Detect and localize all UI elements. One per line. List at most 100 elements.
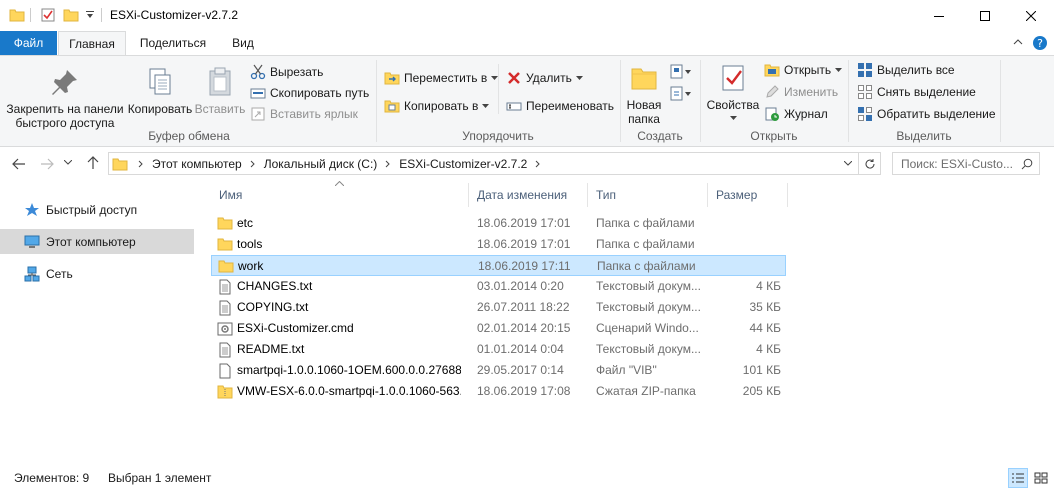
pin-button[interactable]: Закрепить на панели быстрого доступа xyxy=(4,66,126,130)
history-button[interactable]: Журнал xyxy=(764,104,828,124)
edit-button[interactable]: Изменить xyxy=(764,82,838,102)
paste-button[interactable]: Вставить xyxy=(192,66,248,116)
details-view-button[interactable] xyxy=(1008,468,1028,488)
ribbon-separator xyxy=(1000,60,1001,142)
tab-home[interactable]: Главная xyxy=(58,31,126,56)
maximize-button[interactable] xyxy=(962,0,1008,31)
address-history-button[interactable] xyxy=(844,161,852,166)
forward-button[interactable] xyxy=(40,157,54,171)
minimize-button[interactable] xyxy=(916,0,962,31)
ribbon-separator xyxy=(700,60,701,142)
file-row[interactable]: work 18.06.2019 17:11 Папка с файлами xyxy=(211,255,786,276)
breadcrumb-current-folder[interactable]: ESXi-Customizer-v2.7.2 xyxy=(399,157,527,171)
breadcrumb-this-pc[interactable]: Этот компьютер xyxy=(152,157,242,171)
properties-button[interactable]: Свойства xyxy=(704,62,762,120)
file-type: Папка с файлами xyxy=(596,216,695,230)
ribbon-separator xyxy=(620,60,621,142)
search-icon xyxy=(1021,158,1033,170)
easy-access-icon[interactable] xyxy=(670,86,692,102)
chevron-right-icon xyxy=(138,160,143,167)
collapse-ribbon-icon[interactable] xyxy=(1013,37,1023,47)
new-folder-icon[interactable] xyxy=(63,7,79,23)
large-icons-view-icon xyxy=(1034,472,1048,484)
folder-icon xyxy=(9,7,25,23)
copy-to-icon xyxy=(384,100,400,113)
paste-icon xyxy=(209,67,231,96)
file-type: Файл "VIB" xyxy=(596,363,657,377)
file-size: 101 КБ xyxy=(742,363,781,377)
column-header-date[interactable]: Дата изменения xyxy=(469,183,588,207)
rename-button[interactable]: Переименовать xyxy=(506,96,614,116)
arrow-right-icon xyxy=(41,158,54,170)
nav-item-network[interactable]: Сеть xyxy=(0,261,194,286)
nav-item-quick-access[interactable]: Быстрый доступ xyxy=(0,197,194,222)
pin-icon xyxy=(52,70,77,95)
copy-icon xyxy=(149,68,171,95)
cut-button[interactable]: Вырезать xyxy=(250,62,323,82)
new-item-icon[interactable] xyxy=(670,64,692,80)
select-all-button[interactable]: Выделить все xyxy=(857,60,955,80)
file-row[interactable]: smartpqi-1.0.0.1060-1OEM.600.0.0.27688..… xyxy=(211,360,786,381)
file-row[interactable]: tools 18.06.2019 17:01 Папка с файлами xyxy=(211,234,786,255)
text-icon xyxy=(217,279,233,295)
select-none-button[interactable]: Снять выделение xyxy=(857,82,976,102)
status-bar: Элементов: 9 Выбран 1 элемент xyxy=(0,465,1054,491)
file-type: Сжатая ZIP-папка xyxy=(596,384,696,398)
delete-button[interactable]: Удалить xyxy=(506,68,583,88)
file-name: VMW-ESX-6.0.0-smartpqi-1.0.0.1060-563... xyxy=(237,384,461,398)
delete-icon xyxy=(508,72,520,84)
paste-shortcut-button[interactable]: Вставить ярлык xyxy=(250,104,358,124)
file-row[interactable]: VMW-ESX-6.0.0-smartpqi-1.0.0.1060-563...… xyxy=(211,381,786,402)
invert-selection-button[interactable]: Обратить выделение xyxy=(857,104,996,124)
column-header-name[interactable]: Имя xyxy=(211,183,469,207)
file-list: Имя Дата изменения Тип Размер etc 18.06.2… xyxy=(197,179,1054,462)
tab-share[interactable]: Поделиться xyxy=(130,31,216,55)
help-icon[interactable]: ? xyxy=(1032,35,1048,51)
large-icons-view-button[interactable] xyxy=(1031,468,1051,488)
file-row[interactable]: CHANGES.txt 03.01.2014 0:20 Текстовый доку… xyxy=(211,276,786,297)
column-header-type[interactable]: Тип xyxy=(588,183,708,207)
file-row[interactable]: ESXi-Customizer.cmd 02.01.2014 20:15 Сцена… xyxy=(211,318,786,339)
properties-icon[interactable] xyxy=(40,7,56,23)
invert-selection-icon xyxy=(858,107,872,121)
file-row[interactable]: COPYING.txt 26.07.2011 18:22 Текстовый док… xyxy=(211,297,786,318)
open-button[interactable]: Открыть xyxy=(764,60,843,80)
arrow-left-icon xyxy=(12,158,25,170)
item-count: Элементов: 9 xyxy=(14,471,90,485)
recent-locations-button[interactable] xyxy=(64,160,72,165)
customize-toolbar-icon[interactable] xyxy=(85,10,95,20)
breadcrumb-local-disk[interactable]: Локальный диск (C:) xyxy=(264,157,378,171)
copy-to-button[interactable]: Копировать в xyxy=(384,96,490,116)
move-to-button[interactable]: Переместить в xyxy=(384,68,499,88)
close-button[interactable] xyxy=(1008,0,1054,31)
nav-item-this-pc[interactable]: Этот компьютер xyxy=(0,229,194,254)
rename-icon xyxy=(506,102,522,111)
tab-file[interactable]: Файл xyxy=(0,31,57,55)
address-bar[interactable]: Этот компьютер Локальный диск (C:) ESXi-… xyxy=(108,152,881,175)
select-all-icon xyxy=(858,63,872,77)
file-type: Текстовый докум... xyxy=(596,342,701,356)
new-folder-button[interactable]: Новая папка xyxy=(624,62,664,126)
scissors-icon xyxy=(250,64,266,80)
file-size xyxy=(711,213,781,234)
file-size: 4 КБ xyxy=(756,342,781,356)
minimize-icon xyxy=(934,15,944,17)
file-date: 18.06.2019 17:01 xyxy=(477,237,571,251)
back-button[interactable] xyxy=(12,157,26,171)
copy-button[interactable]: Копировать xyxy=(126,66,194,116)
chevron-down-icon xyxy=(64,160,72,165)
file-name: CHANGES.txt xyxy=(237,279,313,293)
up-button[interactable] xyxy=(86,156,100,170)
file-date: 29.05.2017 0:14 xyxy=(477,363,564,377)
folder-icon xyxy=(217,237,233,251)
tab-view[interactable]: Вид xyxy=(220,31,266,55)
file-name: tools xyxy=(237,237,263,251)
search-input[interactable]: Поиск: ESXi-Custo... xyxy=(892,152,1040,175)
file-row[interactable]: README.txt 01.01.2014 0:04 Текстовый докум… xyxy=(211,339,786,360)
file-date: 03.01.2014 0:20 xyxy=(477,279,564,293)
copy-path-button[interactable]: Скопировать путь xyxy=(250,83,369,103)
file-row[interactable]: etc 18.06.2019 17:01 Папка с файлами xyxy=(211,213,786,234)
file-type: Папка с файлами xyxy=(597,259,696,273)
column-header-size[interactable]: Размер xyxy=(708,183,788,207)
refresh-button[interactable] xyxy=(858,153,880,174)
